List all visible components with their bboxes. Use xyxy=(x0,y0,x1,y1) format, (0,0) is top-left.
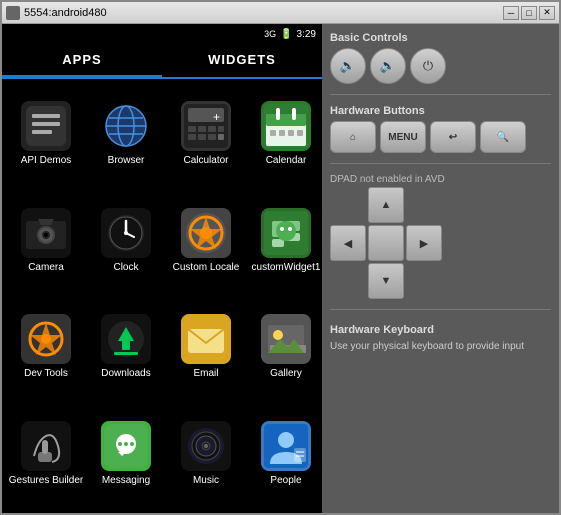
dpad-empty-topright xyxy=(406,187,442,223)
android-status-bar: 3G 🔋 3:29 xyxy=(2,24,322,44)
hardware-buttons-section: Hardware Buttons ⌂ MENU ↩ 🔍 xyxy=(330,105,551,153)
email-label: Email xyxy=(193,368,218,380)
calculator-label: Calculator xyxy=(183,155,228,167)
custom-widget-icon xyxy=(261,208,311,258)
tab-apps[interactable]: APPS xyxy=(2,44,162,77)
maximize-button[interactable]: □ xyxy=(521,6,537,20)
main-window: 5554:android480 ─ □ ✕ 3G 🔋 3:29 APPS WID… xyxy=(0,0,561,515)
api-demos-icon xyxy=(21,101,71,151)
divider-2 xyxy=(330,163,551,164)
email-icon xyxy=(181,314,231,364)
dpad-empty-topleft xyxy=(330,187,366,223)
divider-3 xyxy=(330,309,551,310)
gallery-label: Gallery xyxy=(270,368,302,380)
custom-locale-label: Custom Locale xyxy=(173,262,240,274)
basic-controls-row: 🔈 🔉 ⏻ xyxy=(330,48,551,84)
app-custom-locale[interactable]: Custom Locale xyxy=(166,190,246,280)
volume-up-button[interactable]: 🔉 xyxy=(370,48,406,84)
svg-text:+: + xyxy=(213,110,220,124)
dpad-right-button[interactable]: ▶ xyxy=(406,225,442,261)
music-icon xyxy=(181,421,231,471)
content-area: 3G 🔋 3:29 APPS WIDGETS xyxy=(2,24,559,513)
close-button[interactable]: ✕ xyxy=(539,6,555,20)
keyboard-desc: Use your physical keyboard to provide in… xyxy=(330,340,551,354)
basic-controls-title: Basic Controls xyxy=(330,32,551,44)
hardware-buttons-row: ⌂ MENU ↩ 🔍 xyxy=(330,121,551,153)
dpad-center-button[interactable] xyxy=(368,225,404,261)
right-panel: Basic Controls 🔈 🔉 ⏻ Hardware Buttons ⌂ … xyxy=(322,24,559,513)
app-messaging[interactable]: Messaging xyxy=(86,403,166,493)
hardware-buttons-title: Hardware Buttons xyxy=(330,105,551,117)
clock-display: 3:29 xyxy=(297,29,316,40)
clock-label: Clock xyxy=(113,262,138,274)
api-demos-label: API Demos xyxy=(21,155,72,167)
android-panel: 3G 🔋 3:29 APPS WIDGETS xyxy=(2,24,322,513)
title-bar: 5554:android480 ─ □ ✕ xyxy=(2,2,559,24)
app-music[interactable]: Music xyxy=(166,403,246,493)
app-people[interactable]: People xyxy=(246,403,322,493)
app-dev-tools[interactable]: Dev Tools xyxy=(6,296,86,386)
calendar-label: Calendar xyxy=(266,155,307,167)
app-gestures[interactable]: Gestures Builder xyxy=(6,403,86,493)
app-custom-widget[interactable]: customWidget1 xyxy=(246,190,322,280)
battery-icon: 🔋 xyxy=(280,29,292,40)
menu-button[interactable]: MENU xyxy=(380,121,426,153)
dpad-empty-bottomleft xyxy=(330,263,366,299)
custom-widget-label: customWidget1 xyxy=(252,262,321,274)
dev-tools-label: Dev Tools xyxy=(24,368,68,380)
dpad-section: DPAD not enabled in AVD ▲ ◀ ▶ ▼ xyxy=(330,174,551,299)
dev-tools-icon xyxy=(21,314,71,364)
app-api-demos[interactable]: API Demos xyxy=(6,83,86,173)
window-icon xyxy=(6,6,20,20)
app-calendar[interactable]: Calendar xyxy=(246,83,322,173)
volume-down-button[interactable]: 🔈 xyxy=(330,48,366,84)
minimize-button[interactable]: ─ xyxy=(503,6,519,20)
window-controls: ─ □ ✕ xyxy=(503,6,555,20)
keyboard-title: Hardware Keyboard xyxy=(330,324,551,336)
messaging-label: Messaging xyxy=(102,475,150,487)
gestures-label: Gestures Builder xyxy=(9,475,83,487)
clock-icon xyxy=(101,208,151,258)
browser-icon xyxy=(101,101,151,151)
dpad-empty-bottomright xyxy=(406,263,442,299)
people-icon xyxy=(261,421,311,471)
downloads-icon xyxy=(101,314,151,364)
app-downloads[interactable]: Downloads xyxy=(86,296,166,386)
keyboard-section: Hardware Keyboard Use your physical keyb… xyxy=(330,324,551,354)
tabs-row: APPS WIDGETS xyxy=(2,44,322,79)
messaging-icon xyxy=(101,421,151,471)
app-clock[interactable]: Clock xyxy=(86,190,166,280)
dpad-up-button[interactable]: ▲ xyxy=(368,187,404,223)
window-title: 5554:android480 xyxy=(24,7,503,19)
gestures-icon xyxy=(21,421,71,471)
custom-locale-icon xyxy=(181,208,231,258)
power-button[interactable]: ⏻ xyxy=(410,48,446,84)
gallery-icon xyxy=(261,314,311,364)
tab-widgets[interactable]: WIDGETS xyxy=(162,44,322,77)
calendar-icon xyxy=(261,101,311,151)
search-button[interactable]: 🔍 xyxy=(480,121,526,153)
dpad-down-button[interactable]: ▼ xyxy=(368,263,404,299)
dpad-left-button[interactable]: ◀ xyxy=(330,225,366,261)
home-button[interactable]: ⌂ xyxy=(330,121,376,153)
camera-label: Camera xyxy=(28,262,64,274)
dpad-note: DPAD not enabled in AVD xyxy=(330,174,551,185)
browser-label: Browser xyxy=(108,155,145,167)
dpad-container: ▲ ◀ ▶ ▼ xyxy=(330,187,551,299)
camera-icon xyxy=(21,208,71,258)
app-gallery[interactable]: Gallery xyxy=(246,296,322,386)
calculator-icon: + xyxy=(181,101,231,151)
back-button[interactable]: ↩ xyxy=(430,121,476,153)
music-label: Music xyxy=(193,475,219,487)
basic-controls-section: Basic Controls 🔈 🔉 ⏻ xyxy=(330,32,551,84)
app-email[interactable]: Email xyxy=(166,296,246,386)
apps-grid: API Demos Browser xyxy=(2,79,322,513)
signal-indicator: 3G xyxy=(264,29,276,39)
people-label: People xyxy=(270,475,301,487)
app-camera[interactable]: Camera xyxy=(6,190,86,280)
app-calculator[interactable]: + Calculator xyxy=(166,83,246,173)
app-browser[interactable]: Browser xyxy=(86,83,166,173)
divider-1 xyxy=(330,94,551,95)
downloads-label: Downloads xyxy=(101,368,150,380)
